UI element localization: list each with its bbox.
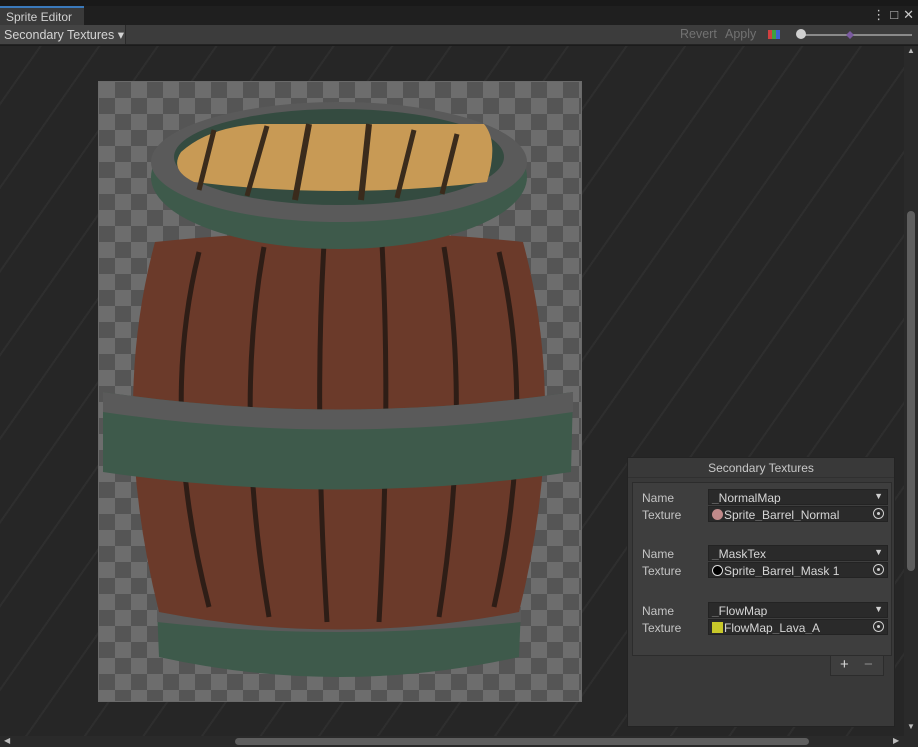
flowmap-thumbnail-icon: [712, 622, 723, 633]
scroll-right-icon[interactable]: ▶: [893, 736, 899, 745]
secondary-textures-panel: Secondary Textures Name _NormalMap ▼ Tex…: [627, 457, 895, 727]
add-entry-button[interactable]: +: [840, 656, 849, 673]
name-dropdown[interactable]: _NormalMap ▼: [708, 489, 888, 505]
object-picker-icon[interactable]: [873, 621, 884, 632]
mask-thumbnail-icon: [712, 565, 723, 576]
texture-entry[interactable]: Name _FlowMap ▼ Texture FlowMap_Lava_A: [637, 602, 889, 636]
add-remove-buttons: + −: [830, 656, 884, 676]
toolbar: Secondary Textures ▾ Revert Apply: [0, 25, 918, 45]
vertical-scrollbar[interactable]: ▲ ▼: [904, 46, 918, 736]
horizontal-scroll-thumb[interactable]: [235, 738, 809, 745]
scroll-down-icon[interactable]: ▼: [907, 722, 915, 731]
object-picker-icon[interactable]: [873, 508, 884, 519]
texture-entry[interactable]: Name _MaskTex ▼ Texture Sprite_Barrel_Ma…: [637, 545, 889, 579]
texture-object-field[interactable]: FlowMap_Lava_A: [708, 619, 888, 635]
name-label: Name: [642, 547, 675, 561]
name-value: _NormalMap: [712, 491, 781, 505]
apply-button[interactable]: Apply: [721, 26, 760, 44]
object-picker-icon[interactable]: [873, 564, 884, 575]
dropdown-arrow-icon[interactable]: ▼: [874, 547, 883, 557]
tab-sprite-editor[interactable]: Sprite Editor: [0, 6, 84, 25]
dropdown-arrow-icon[interactable]: ▼: [874, 491, 883, 501]
mode-dropdown[interactable]: Secondary Textures ▾: [0, 25, 126, 44]
name-dropdown[interactable]: _FlowMap ▼: [708, 602, 888, 618]
texture-object-field[interactable]: Sprite_Barrel_Mask 1: [708, 562, 888, 578]
dropdown-arrow-icon[interactable]: ▼: [874, 604, 883, 614]
tab-bar: Sprite Editor ⋮ □ ✕: [0, 6, 918, 25]
texture-value: FlowMap_Lava_A: [724, 621, 821, 635]
window-controls: ⋮ □ ✕: [872, 7, 914, 23]
horizontal-scrollbar[interactable]: ◀ ▶: [0, 736, 918, 747]
texture-value: Sprite_Barrel_Mask 1: [724, 564, 840, 578]
revert-button[interactable]: Revert: [676, 26, 721, 44]
secondary-texture-list: Name _NormalMap ▼ Texture Sprite_Barrel_…: [632, 482, 892, 656]
normal-map-thumbnail-icon: [712, 509, 723, 520]
texture-label: Texture: [642, 564, 682, 578]
remove-entry-button[interactable]: −: [864, 656, 873, 673]
scroll-left-icon[interactable]: ◀: [4, 736, 10, 745]
maximize-icon[interactable]: □: [890, 7, 898, 23]
scroll-up-icon[interactable]: ▲: [907, 46, 915, 55]
window-menu-icon[interactable]: ⋮: [872, 7, 885, 23]
close-icon[interactable]: ✕: [903, 7, 914, 23]
sprite-preview[interactable]: [98, 81, 582, 702]
panel-title: Secondary Textures: [628, 458, 894, 478]
zoom-slider-track[interactable]: [800, 34, 912, 36]
name-value: _MaskTex: [712, 547, 767, 561]
texture-object-field[interactable]: Sprite_Barrel_Normal: [708, 506, 888, 522]
color-channels-icon[interactable]: [768, 30, 780, 39]
name-label: Name: [642, 491, 675, 505]
name-value: _FlowMap: [712, 604, 768, 618]
texture-value: Sprite_Barrel_Normal: [724, 508, 840, 522]
texture-label: Texture: [642, 508, 682, 522]
barrel-sprite-image: [103, 102, 573, 677]
zoom-slider-knob[interactable]: [796, 29, 806, 39]
vertical-scroll-thumb[interactable]: [907, 211, 915, 571]
name-dropdown[interactable]: _MaskTex ▼: [708, 545, 888, 561]
texture-label: Texture: [642, 621, 682, 635]
texture-entry[interactable]: Name _NormalMap ▼ Texture Sprite_Barrel_…: [637, 489, 889, 523]
zoom-slider-mark-icon: [846, 31, 854, 39]
name-label: Name: [642, 604, 675, 618]
